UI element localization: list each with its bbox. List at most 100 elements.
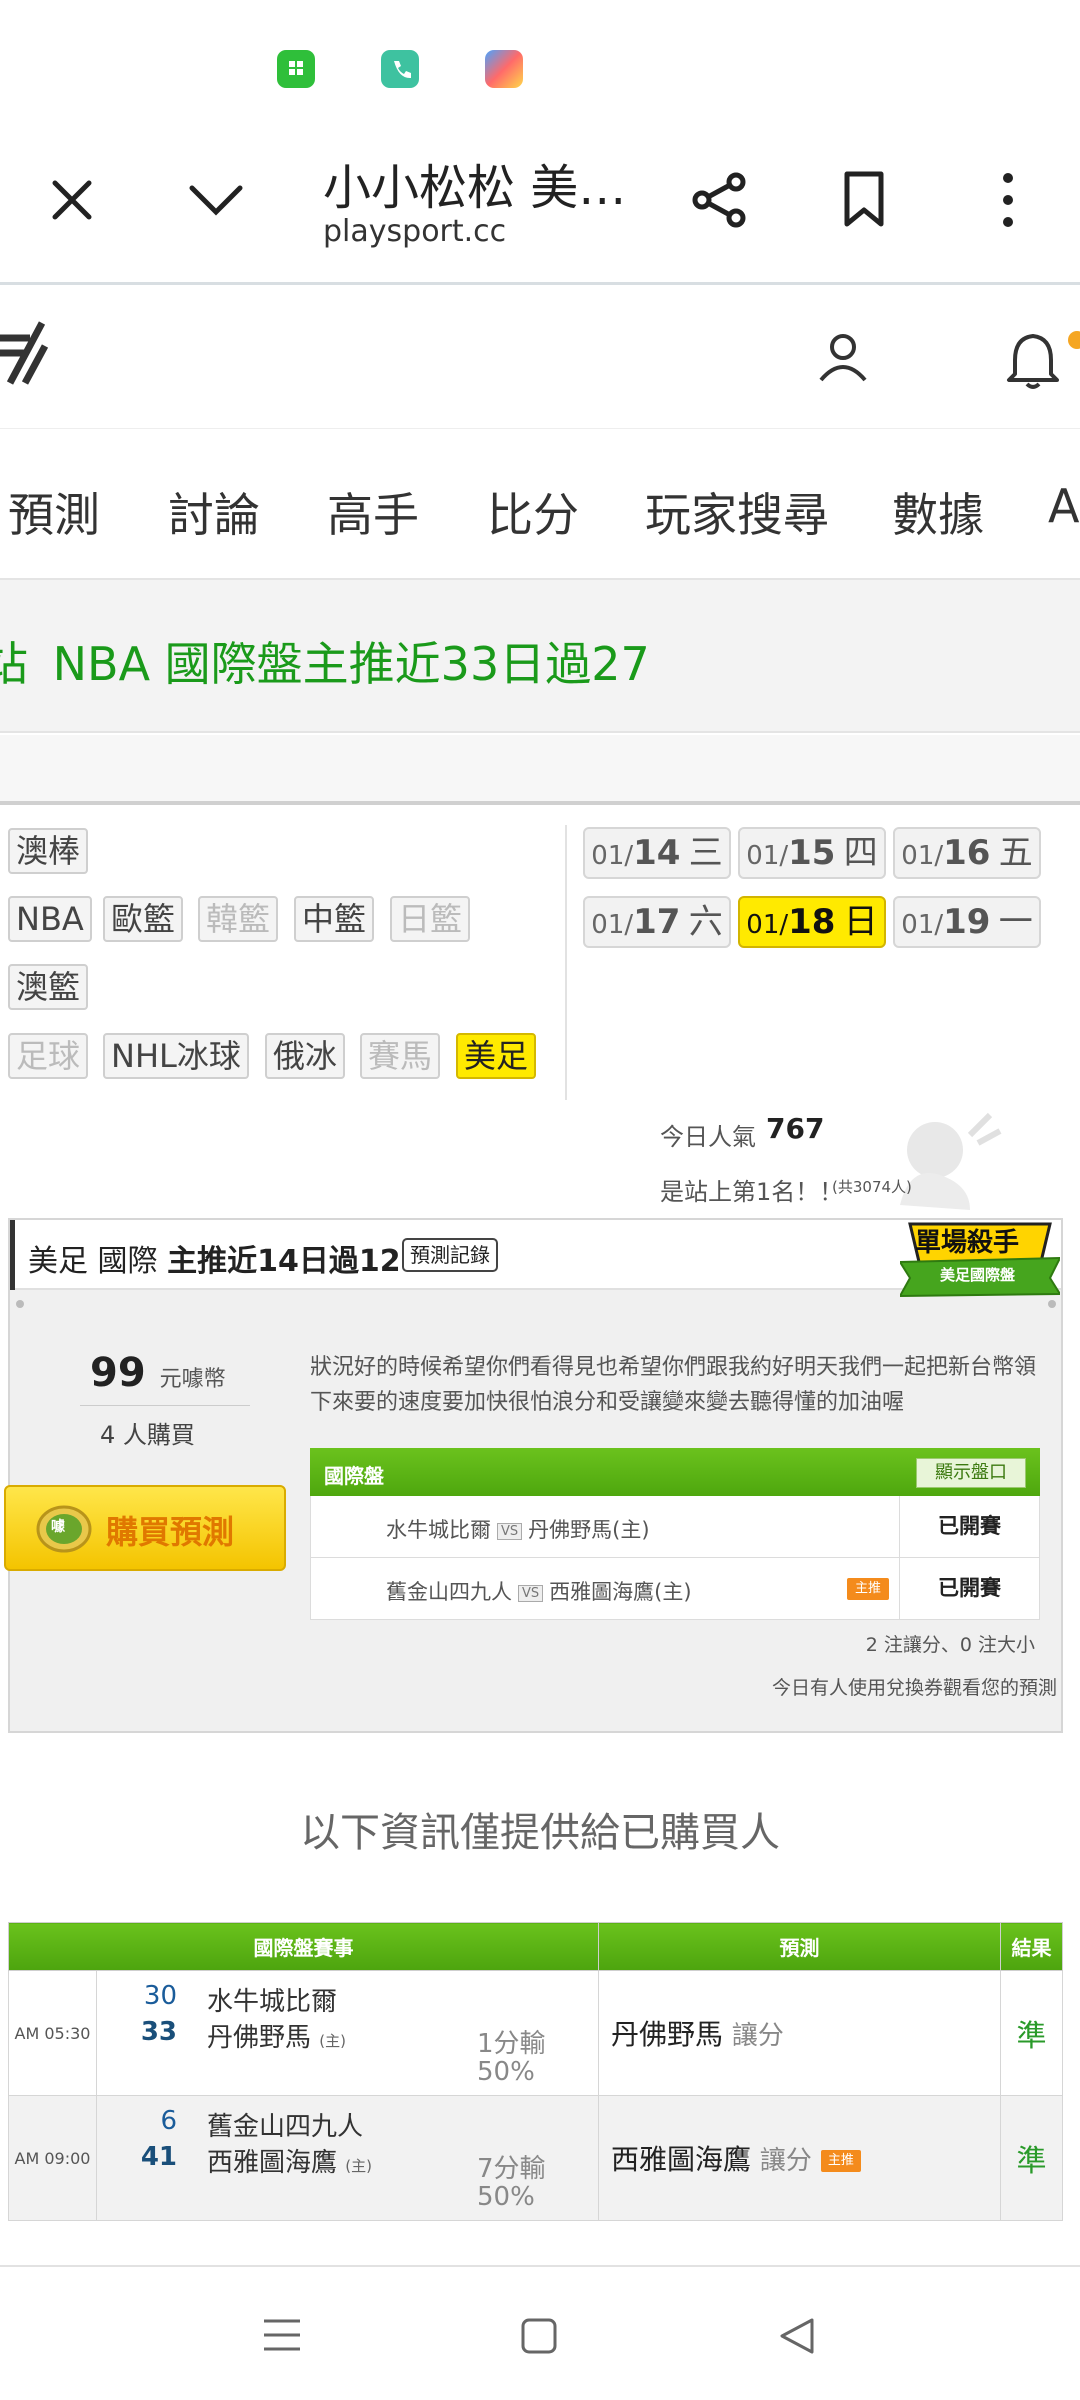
mascot-illustration (900, 1112, 1002, 1210)
more-options-button[interactable] (968, 160, 1048, 240)
sport-tag[interactable]: 中籃 (294, 896, 375, 942)
divider (565, 825, 567, 1100)
sport-tag[interactable]: 日籃 (390, 896, 471, 942)
expert-banner: 站 NBA 國際盤主推近33日過27 (0, 578, 1080, 733)
sport-tag[interactable]: 韓籃 (198, 896, 279, 942)
table-row: AM 05:30 30 水牛城比爾 33 丹佛野馬 (主) 1分輸 50% 丹佛… (8, 1970, 1063, 2096)
spread-percent: 50% (477, 2182, 535, 2212)
bookmark-button[interactable] (824, 160, 904, 240)
more-vertical-icon (1003, 173, 1013, 227)
home-team: 西雅圖海鷹 (主) (207, 2148, 372, 2178)
game-app-icon (485, 50, 523, 88)
phone-app-icon (381, 50, 419, 88)
page-title: 小小松松 美… (323, 160, 627, 216)
match-cell: 6 舊金山四九人 41 西雅圖海鷹 (主) 7分輸 50% (96, 2095, 599, 2221)
chevron-down-icon (189, 185, 243, 216)
buyer-count: 4 人購買 (100, 1421, 195, 1449)
site-header (0, 288, 1080, 428)
buy-prediction-button[interactable]: 噱 購買預測 (4, 1485, 286, 1571)
nav-player-search[interactable]: 玩家搜尋 (645, 479, 829, 545)
banner-prefix: 站 (0, 637, 28, 691)
header-match: 國際盤賽事 (8, 1922, 599, 1971)
sport-tag[interactable]: 俄冰 (265, 1033, 346, 1079)
back-icon[interactable] (778, 2317, 816, 2355)
coin-label: 噱 (51, 1519, 65, 1535)
away-team: 水牛城比爾 (207, 1987, 338, 2017)
table-header-label: 國際盤 (324, 1464, 384, 1488)
sport-tag[interactable]: 歐籃 (103, 896, 184, 942)
sport-tag[interactable]: 澳籃 (8, 964, 89, 1010)
nav-experts[interactable]: 高手 (327, 479, 419, 545)
date-button[interactable]: 01/14 三 (583, 827, 731, 879)
share-icon (692, 172, 746, 228)
date-button[interactable]: 01/15 四 (738, 827, 886, 879)
banner-text: 站 NBA 國際盤主推近33日過27 (0, 628, 650, 694)
popularity-value: 767 (766, 1112, 825, 1145)
sport-tag-selected[interactable]: 美足 (456, 1033, 537, 1079)
pick-cell: 西雅圖海鷹 讓分 主推 (598, 2095, 1001, 2221)
popularity-total: (共3074人) (832, 1178, 912, 1196)
user-icon[interactable] (815, 328, 871, 384)
purchaser-only-note: 以下資訊僅提供給已購買人 (300, 1810, 780, 1856)
away-team: 舊金山四九人 (207, 2112, 364, 2142)
header-pick: 預測 (598, 1922, 1001, 1971)
show-handicap-button[interactable]: 顯示盤口 (916, 1458, 1026, 1488)
rivet (16, 1300, 24, 1308)
date-button-selected[interactable]: 01/18 日 (738, 896, 886, 948)
nav-prediction[interactable]: 預測 (8, 479, 100, 545)
match-teams: 舊金山四九人 VS 西雅圖海鷹(主) (386, 1580, 692, 1604)
notification-bell-icon[interactable] (1005, 326, 1080, 390)
table-row: AM 09:00 6 舊金山四九人 41 西雅圖海鷹 (主) 7分輸 50% 西… (8, 2095, 1063, 2221)
collapse-button[interactable] (176, 160, 256, 240)
page-url: playsport.cc (323, 214, 507, 249)
match-status: 已開賽 (899, 1496, 1039, 1557)
match-status: 已開賽 (899, 1558, 1039, 1619)
result-cell: 準 (1000, 2095, 1063, 2221)
spread-percent: 50% (477, 2057, 535, 2087)
close-button[interactable] (32, 160, 112, 240)
bookmark-icon (844, 171, 884, 227)
close-icon (52, 180, 92, 220)
home-score: 33 (140, 2017, 177, 2047)
sport-tag[interactable]: NHL冰球 (103, 1033, 249, 1079)
site-logo[interactable] (0, 318, 50, 388)
match-cell: 30 水牛城比爾 33 丹佛野馬 (主) 1分輸 50% (96, 1970, 599, 2096)
prediction-title: 美足 國際 主推近14日過12 (28, 1244, 401, 1279)
prediction-record-button[interactable]: 預測記錄 (402, 1238, 498, 1272)
away-score: 6 (160, 2106, 177, 2136)
date-button[interactable]: 01/16 五 (893, 827, 1041, 879)
status-bar (0, 0, 1080, 130)
store-app-icon (277, 50, 315, 88)
sport-tag[interactable]: 澳棒 (8, 828, 89, 874)
match-teams: 水牛城比爾 VS 丹佛野馬(主) (386, 1518, 650, 1542)
prediction-description: 狀況好的時候希望你們看得見也希望你們跟我約好明天我們一起把新台幣領下來要的速度要… (310, 1355, 1037, 1415)
table-row: 舊金山四九人 VS 西雅圖海鷹(主) 主推 已開賽 (310, 1558, 1040, 1620)
main-pick-badge: 主推 (820, 2150, 861, 2172)
nav-data[interactable]: 數據 (892, 479, 984, 545)
banner-title: NBA 國際盤主推近33日過27 (52, 637, 650, 691)
nav-discussion[interactable]: 討論 (168, 479, 260, 545)
popularity-label: 今日人氣 (660, 1123, 756, 1151)
nav-more[interactable]: A (1048, 479, 1079, 533)
header-result: 結果 (1000, 1922, 1063, 1971)
date-button[interactable]: 01/19 一 (893, 896, 1041, 948)
sport-tag[interactable]: 足球 (8, 1033, 89, 1079)
pick-cell: 丹佛野馬 讓分 (598, 1970, 1001, 2096)
rivet (1048, 1300, 1056, 1308)
sport-tag[interactable]: NBA (8, 896, 92, 942)
price: 99 元噱幣 (90, 1350, 226, 1396)
header-accent (10, 1220, 15, 1290)
spread-result: 7分輸 (477, 2154, 546, 2184)
table-header: 國際盤 顯示盤口 (310, 1448, 1040, 1496)
main-nav: 預測 討論 高手 比分 玩家搜尋 數據 A (0, 428, 1080, 578)
profile-strip (0, 735, 1080, 805)
badge-title: 單場殺手 (915, 1228, 1020, 1258)
sport-tag[interactable]: 賽馬 (360, 1033, 441, 1079)
recent-apps-icon[interactable] (262, 2317, 302, 2353)
share-button[interactable] (680, 160, 760, 240)
popularity-rank: 是站上第1名！！ (660, 1178, 844, 1206)
date-button[interactable]: 01/17 六 (583, 896, 731, 948)
home-icon[interactable] (520, 2317, 558, 2355)
badge-subtitle: 美足國際盤 (940, 1266, 1016, 1284)
nav-scores[interactable]: 比分 (487, 479, 579, 545)
